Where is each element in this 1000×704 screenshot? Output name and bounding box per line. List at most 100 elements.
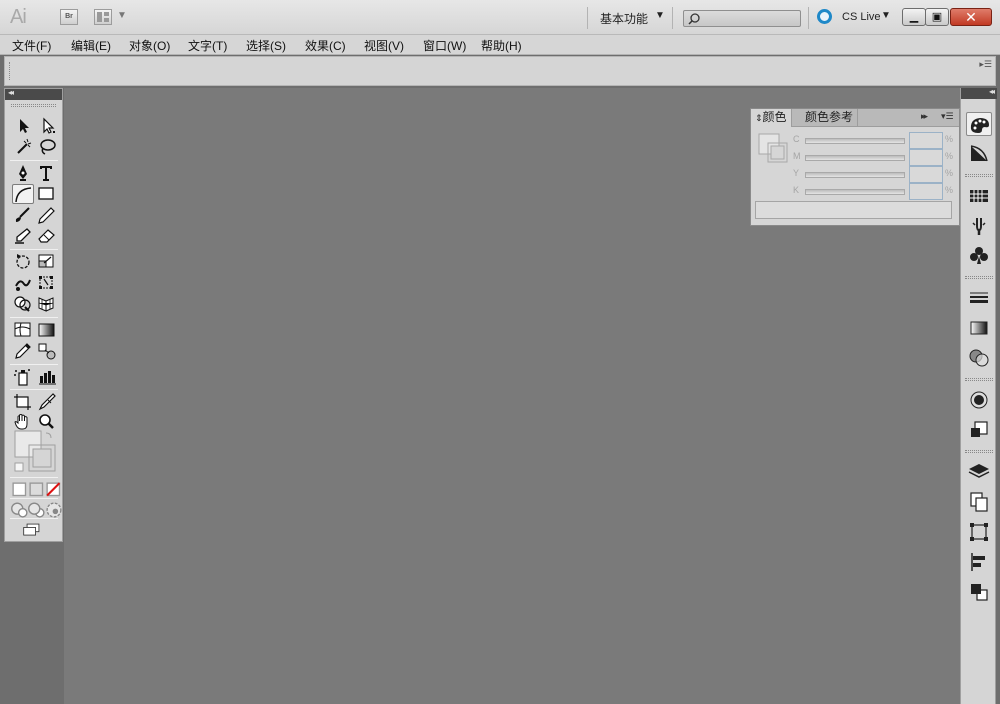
menu-type[interactable]: 文字(T) xyxy=(188,37,227,54)
draw-inside-button[interactable] xyxy=(43,500,62,518)
artboard-tool[interactable] xyxy=(12,392,34,412)
paintbrush-icon xyxy=(15,207,30,222)
channel-value-input[interactable] xyxy=(909,132,943,149)
grip-handle[interactable] xyxy=(965,378,993,381)
close-icon: ✕ xyxy=(965,9,977,25)
dock-align-button[interactable] xyxy=(966,550,992,574)
expand-icon[interactable]: ◂◂ xyxy=(989,87,995,96)
fill-stroke-swatch[interactable] xyxy=(758,133,788,163)
tab-color[interactable]: ⇕颜色 xyxy=(751,109,792,127)
gradient-mode-button[interactable] xyxy=(26,480,44,497)
menu-file[interactable]: 文件(F) xyxy=(12,37,51,54)
blend-tool[interactable] xyxy=(36,341,58,361)
magic-wand-tool[interactable] xyxy=(12,137,34,157)
mesh-tool[interactable] xyxy=(12,320,34,340)
menu-window[interactable]: 窗口(W) xyxy=(423,37,466,54)
dock-artboards-button[interactable] xyxy=(966,490,992,514)
eraser-tool[interactable] xyxy=(36,226,58,246)
scale-tool[interactable] xyxy=(36,252,58,272)
menu-edit[interactable]: 编辑(E) xyxy=(71,37,111,54)
search-input[interactable] xyxy=(683,10,801,27)
grip-handle[interactable] xyxy=(965,450,993,453)
blob-brush-tool[interactable] xyxy=(12,226,34,246)
grip-handle[interactable] xyxy=(11,104,56,107)
channel-value-input[interactable] xyxy=(909,166,943,183)
tab-color-guide[interactable]: 颜色参考 xyxy=(801,109,859,127)
free-transform-tool[interactable] xyxy=(36,273,58,293)
dock-symbols-button[interactable] xyxy=(966,244,992,268)
cs-live-icon[interactable] xyxy=(817,9,832,24)
shape-builder-tool[interactable] xyxy=(12,294,34,314)
cs-live-button[interactable]: CS Live xyxy=(842,11,881,23)
symbol-sprayer-tool[interactable] xyxy=(12,367,34,387)
menu-help[interactable]: 帮助(H) xyxy=(481,37,522,54)
channel-label: Y xyxy=(793,168,800,178)
menu-object[interactable]: 对象(O) xyxy=(129,37,170,54)
none-mode-button[interactable] xyxy=(43,480,61,497)
bridge-button[interactable]: Br xyxy=(60,9,78,25)
grip-handle[interactable] xyxy=(965,276,993,279)
chevron-down-icon[interactable]: ▼ xyxy=(117,10,127,21)
arc-tool[interactable] xyxy=(12,184,34,204)
rectangle-tool[interactable] xyxy=(36,184,58,204)
chevron-down-icon[interactable]: ▼ xyxy=(881,10,891,21)
pencil-tool[interactable] xyxy=(36,205,58,225)
draw-normal-button[interactable] xyxy=(9,500,28,518)
expand-panel-icon[interactable]: ▸▸ xyxy=(921,111,928,122)
pen-tool[interactable] xyxy=(12,163,34,183)
channel-slider[interactable] xyxy=(805,189,905,195)
rotate-tool[interactable] xyxy=(12,252,34,272)
free-transform-icon xyxy=(39,276,53,289)
dock-swatches-button[interactable] xyxy=(966,184,992,208)
separator xyxy=(10,518,58,519)
eyedropper-icon xyxy=(15,343,31,359)
lasso-tool[interactable] xyxy=(36,137,58,157)
dock-pathfinder-button[interactable] xyxy=(966,580,992,604)
selection-tool[interactable] xyxy=(12,116,34,136)
channel-value-input[interactable] xyxy=(909,149,943,166)
collapse-icon[interactable]: ◂◂ xyxy=(8,88,14,97)
chevron-down-icon[interactable]: ▼ xyxy=(655,10,665,21)
dock-brushes-button[interactable] xyxy=(966,214,992,238)
channel-value-input[interactable] xyxy=(909,183,943,200)
perspective-grid-tool[interactable] xyxy=(36,294,58,314)
dock-gradient-button[interactable] xyxy=(966,316,992,340)
dock-color-guide-button[interactable] xyxy=(966,142,992,166)
panel-menu-icon[interactable]: ▾☰ xyxy=(941,111,954,122)
panel-menu-icon[interactable]: ▸☰ xyxy=(979,59,992,70)
draw-behind-button[interactable] xyxy=(26,500,45,518)
screen-mode-button[interactable] xyxy=(22,520,48,538)
dock-appearance-button[interactable] xyxy=(966,388,992,412)
type-tool[interactable] xyxy=(36,163,58,183)
dock-color-button[interactable] xyxy=(966,112,992,136)
menu-view[interactable]: 视图(V) xyxy=(364,37,404,54)
dock-layers-button[interactable] xyxy=(966,460,992,484)
channel-slider[interactable] xyxy=(805,172,905,178)
grip-handle[interactable] xyxy=(9,62,11,80)
dock-transform-button[interactable] xyxy=(966,520,992,544)
gradient-tool[interactable] xyxy=(36,320,58,340)
workspace-switcher[interactable]: 基本功能 xyxy=(600,10,648,27)
close-button[interactable]: ✕ xyxy=(950,8,992,26)
grip-handle[interactable] xyxy=(965,174,993,177)
minimize-button[interactable]: ▁ xyxy=(902,8,926,26)
warp-tool[interactable] xyxy=(12,273,34,293)
eyedropper-tool[interactable] xyxy=(12,341,34,361)
column-graph-tool[interactable] xyxy=(36,367,58,387)
dock-transparency-button[interactable] xyxy=(966,346,992,370)
color-mode-button[interactable] xyxy=(9,480,27,497)
slice-tool[interactable] xyxy=(36,392,58,412)
dock-graphic-styles-button[interactable] xyxy=(966,418,992,442)
menu-select[interactable]: 选择(S) xyxy=(246,37,286,54)
maximize-button[interactable]: ▣ xyxy=(925,8,949,26)
dock-stroke-button[interactable] xyxy=(966,286,992,310)
channel-slider[interactable] xyxy=(805,155,905,161)
paintbrush-tool[interactable] xyxy=(12,205,34,225)
arrange-documents-button[interactable] xyxy=(94,9,112,25)
direct-selection-tool[interactable] xyxy=(36,116,58,136)
fill-stroke-swatches[interactable] xyxy=(13,429,57,473)
menu-effect[interactable]: 效果(C) xyxy=(305,37,346,54)
channel-slider[interactable] xyxy=(805,138,905,144)
color-spectrum-bar[interactable] xyxy=(755,201,952,219)
separator xyxy=(10,364,58,365)
